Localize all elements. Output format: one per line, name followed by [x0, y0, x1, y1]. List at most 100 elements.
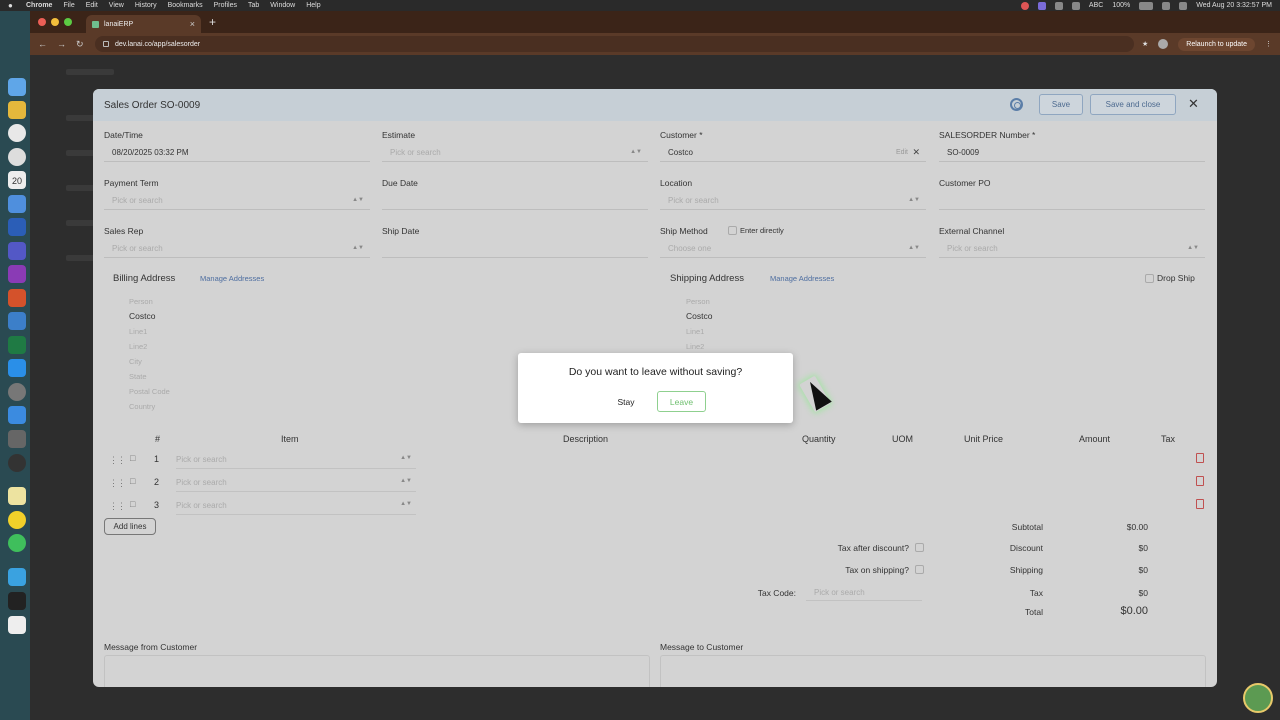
- activity-icon[interactable]: [8, 454, 26, 472]
- save-and-close-button[interactable]: Save and close: [1090, 94, 1176, 115]
- message-to-customer-input[interactable]: [660, 655, 1206, 687]
- kakaotalk-icon[interactable]: [8, 511, 26, 529]
- gear-icon[interactable]: [1010, 98, 1023, 111]
- billing-country[interactable]: Country: [129, 402, 155, 411]
- billing-city[interactable]: City: [129, 357, 142, 366]
- billing-company[interactable]: Costco: [129, 311, 155, 321]
- mail-icon[interactable]: [8, 195, 26, 213]
- shipping-line1[interactable]: Line1: [686, 327, 704, 336]
- ship-method-select[interactable]: Choose one ▲▼: [660, 240, 926, 258]
- address-bar[interactable]: dev.lanai.co/app/salesorder: [95, 36, 1134, 52]
- battery-icon[interactable]: [1139, 1, 1154, 10]
- notes-icon[interactable]: [8, 487, 26, 505]
- document-icon[interactable]: [8, 616, 26, 634]
- item-select[interactable]: Pick or search ▲▼: [176, 497, 416, 515]
- drop-ship-checkbox[interactable]: [1145, 274, 1154, 283]
- system-settings-icon[interactable]: [8, 383, 26, 401]
- screen-share-icon[interactable]: [1037, 1, 1046, 10]
- excel-icon[interactable]: [8, 336, 26, 354]
- tax-on-shipping-checkbox[interactable]: [915, 565, 924, 574]
- bookmark-star-icon[interactable]: ★: [1142, 40, 1148, 48]
- menu-profiles[interactable]: Profiles: [214, 2, 237, 9]
- payment-term-select[interactable]: Pick or search ▲▼: [104, 192, 370, 210]
- shipping-person[interactable]: Person: [686, 297, 710, 306]
- preview-icon[interactable]: [8, 312, 26, 330]
- drag-handle-icon[interactable]: ⋮⋮: [109, 501, 126, 512]
- billing-line2[interactable]: Line2: [129, 342, 147, 351]
- ship-date-field[interactable]: [382, 240, 648, 258]
- due-date-field[interactable]: [382, 192, 648, 210]
- clear-icon[interactable]: ✕: [912, 147, 920, 158]
- delete-row-icon[interactable]: [1196, 476, 1204, 486]
- menu-history[interactable]: History: [135, 2, 157, 9]
- item-select[interactable]: Pick or search ▲▼: [176, 474, 416, 492]
- menu-tab[interactable]: Tab: [248, 2, 259, 9]
- maximize-window-icon[interactable]: [64, 18, 72, 26]
- menubar-clock[interactable]: Wed Aug 20 3:32:57 PM: [1196, 2, 1272, 9]
- calendar-icon[interactable]: 20: [8, 171, 26, 189]
- billing-line1[interactable]: Line1: [129, 327, 147, 336]
- powerpoint-icon[interactable]: [8, 289, 26, 307]
- onenote-icon[interactable]: [8, 265, 26, 283]
- forward-icon[interactable]: →: [57, 39, 71, 49]
- wifi-icon[interactable]: [1054, 1, 1063, 10]
- bluetooth-icon[interactable]: [1071, 1, 1080, 10]
- messages-icon[interactable]: [8, 534, 26, 552]
- minimize-window-icon[interactable]: [51, 18, 59, 26]
- menu-file[interactable]: File: [63, 2, 74, 9]
- close-tab-icon[interactable]: ×: [190, 19, 195, 29]
- apple-icon[interactable]: ●: [8, 1, 16, 10]
- chrome-icon[interactable]: [8, 124, 26, 142]
- shipping-manage-addresses-link[interactable]: Manage Addresses: [770, 274, 834, 283]
- tasks-icon[interactable]: [8, 406, 26, 424]
- profile-avatar[interactable]: [1158, 39, 1169, 49]
- finder-icon[interactable]: [8, 78, 26, 96]
- calculator-icon[interactable]: [8, 430, 26, 448]
- reload-icon[interactable]: ↻: [76, 39, 90, 50]
- external-channel-select[interactable]: Pick or search ▲▼: [939, 240, 1205, 258]
- menu-edit[interactable]: Edit: [86, 2, 98, 9]
- shipping-line2[interactable]: Line2: [686, 342, 704, 351]
- delete-row-icon[interactable]: [1196, 499, 1204, 509]
- customer-select[interactable]: Costco Edit ✕: [660, 144, 926, 162]
- menu-view[interactable]: View: [109, 2, 124, 9]
- folder-icon[interactable]: [8, 568, 26, 586]
- shipping-value[interactable]: $0: [1093, 565, 1148, 575]
- tax-code-select[interactable]: Pick or search: [806, 583, 922, 601]
- add-lines-button[interactable]: Add lines: [104, 518, 156, 535]
- billing-person[interactable]: Person: [129, 297, 153, 306]
- shipping-company[interactable]: Costco: [686, 311, 712, 321]
- tax-after-discount-checkbox[interactable]: [915, 543, 924, 552]
- billing-state[interactable]: State: [129, 372, 147, 381]
- terminal-icon[interactable]: [8, 592, 26, 610]
- record-icon[interactable]: [1020, 1, 1029, 10]
- close-window-icon[interactable]: [38, 18, 46, 26]
- estimate-select[interactable]: Pick or search ▲▼: [382, 144, 648, 162]
- stay-button[interactable]: Stay: [604, 391, 648, 412]
- close-icon[interactable]: ✕: [1188, 96, 1199, 112]
- word-icon[interactable]: [8, 218, 26, 236]
- app-store-icon[interactable]: [8, 359, 26, 377]
- save-button[interactable]: Save: [1039, 94, 1083, 115]
- launchpad-icon[interactable]: [8, 101, 26, 119]
- discount-value[interactable]: $0: [1093, 543, 1148, 553]
- billing-postal[interactable]: Postal Code: [129, 387, 170, 396]
- comment-icon[interactable]: □: [130, 476, 135, 486]
- drag-handle-icon[interactable]: ⋮⋮: [109, 478, 126, 489]
- input-source[interactable]: ABC: [1089, 2, 1103, 9]
- back-icon[interactable]: ←: [38, 39, 52, 49]
- battery-percent[interactable]: 100%: [1112, 2, 1130, 9]
- chat-widget-icon[interactable]: [1243, 683, 1273, 713]
- message-from-customer-input[interactable]: [104, 655, 650, 687]
- relaunch-button[interactable]: Relaunch to update: [1178, 37, 1255, 51]
- item-select[interactable]: Pick or search ▲▼: [176, 451, 416, 469]
- leave-button[interactable]: Leave: [657, 391, 706, 412]
- enter-directly-checkbox[interactable]: [728, 226, 737, 235]
- chatgpt-icon[interactable]: [8, 148, 26, 166]
- teams-icon[interactable]: [8, 242, 26, 260]
- comment-icon[interactable]: □: [130, 499, 135, 509]
- comment-icon[interactable]: □: [130, 453, 135, 463]
- site-info-icon[interactable]: [103, 41, 109, 47]
- drag-handle-icon[interactable]: ⋮⋮: [109, 455, 126, 466]
- so-number-field[interactable]: SO-0009: [939, 144, 1205, 162]
